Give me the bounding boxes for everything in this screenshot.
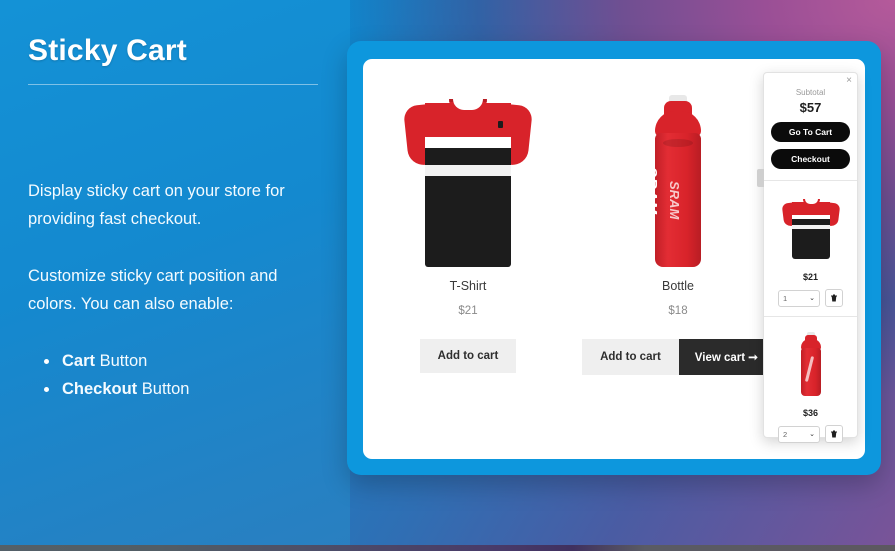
- tshirt-neckhole: [804, 199, 818, 204]
- list-item: Checkout Button: [40, 375, 322, 403]
- checkout-button[interactable]: Checkout: [771, 149, 850, 169]
- product-name: Bottle: [662, 279, 694, 293]
- cart-item-price: $21: [802, 272, 819, 282]
- feature-label: Cart: [62, 351, 96, 370]
- cart-item-controls: 1 ⌄: [771, 289, 850, 307]
- remove-item-button[interactable]: [825, 289, 843, 307]
- add-to-cart-button[interactable]: Add to cart: [419, 339, 517, 373]
- product-price: $21: [458, 305, 478, 317]
- bottle-graphic: SRAM SRAM: [643, 95, 705, 267]
- go-to-cart-button[interactable]: Go To Cart: [771, 122, 850, 142]
- feature-suffix: Button: [95, 351, 148, 370]
- tshirt-graphic: [402, 95, 534, 267]
- quantity-value: 2: [783, 429, 788, 439]
- chevron-down-icon: ⌄: [809, 431, 815, 438]
- cart-item-image-tshirt[interactable]: [771, 191, 850, 265]
- product-actions: Add to cart: [363, 339, 573, 373]
- screen: Sticky Cart Display sticky cart on your …: [0, 0, 895, 551]
- subtotal-value: $57: [799, 100, 822, 115]
- tshirt-stripe-black: [425, 148, 511, 165]
- view-cart-button[interactable]: View cart ➞: [678, 339, 774, 375]
- list-item: Cart Button: [40, 347, 322, 375]
- trash-icon: [831, 294, 837, 302]
- quantity-select[interactable]: 2 ⌄: [778, 425, 820, 443]
- arrow-right-icon: ➞: [748, 352, 758, 364]
- tshirt-graphic-mini: [781, 197, 840, 259]
- promo-panel: Sticky Cart Display sticky cart on your …: [0, 0, 350, 551]
- chevron-down-icon: ⌄: [809, 295, 815, 302]
- cart-item-price: $36: [802, 408, 819, 418]
- bottle-barrel: [800, 348, 821, 396]
- remove-item-button[interactable]: [825, 425, 843, 443]
- view-cart-label: View cart: [694, 352, 746, 364]
- cart-header: × Subtotal $57 Go To Cart Checkout: [764, 73, 857, 180]
- trash-icon: [831, 430, 837, 438]
- tshirt-stripe-white-bottom: [791, 225, 830, 229]
- product-card-tshirt: T-Shirt $21 Add to cart: [363, 71, 573, 451]
- close-icon[interactable]: ×: [846, 76, 852, 86]
- subtotal-label: Subtotal: [795, 88, 826, 97]
- cart-drag-handle[interactable]: [757, 169, 764, 187]
- product-image-bottle[interactable]: SRAM SRAM: [573, 71, 783, 267]
- feature-suffix: Button: [137, 379, 190, 398]
- sticky-cart-panel: × Subtotal $57 Go To Cart Checkout $21 1…: [757, 72, 858, 443]
- promo-paragraph-2: Customize sticky cart position and color…: [28, 266, 278, 314]
- product-card-bottle: SRAM SRAM Bottle $18 Add to cart View ca…: [573, 71, 783, 451]
- cart-line-item: $36 2 ⌄: [764, 316, 857, 452]
- feature-list: Cart Button Checkout Button: [40, 347, 322, 404]
- cart-item-image-bottle[interactable]: [771, 327, 850, 401]
- product-name: T-Shirt: [449, 279, 487, 293]
- product-image-tshirt[interactable]: [363, 71, 573, 267]
- cart-line-item: $21 1 ⌄: [764, 180, 857, 316]
- promo-body: Display sticky cart on your store for pr…: [28, 177, 322, 403]
- product-price: $18: [668, 305, 688, 317]
- product-actions: Add to cart View cart ➞: [573, 339, 783, 375]
- cart-item-controls: 2 ⌄: [771, 425, 850, 443]
- page-title: Sticky Cart: [28, 34, 187, 67]
- quantity-value: 1: [783, 293, 788, 303]
- add-to-cart-button[interactable]: Add to cart: [582, 339, 679, 375]
- tshirt-stripe-white-bottom: [425, 165, 511, 176]
- product-grid: T-Shirt $21 Add to cart SRAM SRAM Bottle…: [363, 71, 783, 451]
- title-divider: [28, 84, 318, 85]
- tshirt-logo: [498, 121, 503, 128]
- bottle-brand-text: SRAM: [643, 167, 660, 216]
- bottle-grip-dimple: [663, 139, 693, 147]
- bottle-graphic-mini: [799, 332, 823, 396]
- tshirt-stripe-white-top: [425, 137, 511, 148]
- feature-label: Checkout: [62, 379, 138, 398]
- bottle-brand-text-secondary: SRAM: [667, 181, 682, 220]
- promo-paragraph-1: Display sticky cart on your store for pr…: [28, 182, 285, 229]
- quantity-select[interactable]: 1 ⌄: [778, 289, 820, 307]
